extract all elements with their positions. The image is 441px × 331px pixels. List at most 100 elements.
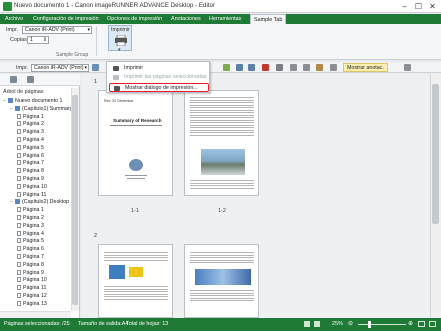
page-thumbnail-1-1[interactable]: Rev. 20 December Summary of Research (98, 90, 173, 196)
view-mode-icon[interactable] (314, 321, 320, 327)
tree-page-item[interactable]: Página 5 (0, 238, 44, 246)
page-text-block (190, 289, 254, 303)
zoom-in-icon[interactable]: ⊕ (408, 321, 413, 327)
tree-page-item[interactable]: Página 2 (0, 215, 44, 223)
page-icon (17, 277, 21, 283)
tree-page-item[interactable]: Página 4 (0, 230, 44, 239)
tree-page-item[interactable]: Página 2 (0, 121, 44, 129)
show-annotations-button[interactable]: Mostrar anotac. (343, 63, 388, 72)
menu-item-print[interactable]: Imprimir (109, 64, 209, 73)
tab-archivo[interactable]: Archivo (2, 14, 26, 24)
status-bar: Páginas seleccionadas: /25 Tamaño de sal… (0, 318, 441, 331)
page-icon (17, 261, 21, 267)
print-dropdown-menu: Imprimir Imprimir las páginas selecciona… (106, 61, 210, 93)
status-selected-pages: Páginas seleccionadas: /25 (4, 321, 70, 327)
check-icon[interactable] (223, 64, 230, 71)
tree-page-item[interactable]: Página 6 (0, 246, 44, 254)
page-icon (17, 207, 21, 213)
tree-page-item[interactable]: Página 1 (0, 113, 44, 122)
tree-page-item[interactable]: Página 7 (0, 254, 44, 262)
paste-icon[interactable] (316, 64, 323, 71)
tree-page-item[interactable]: Página 12 (0, 293, 47, 301)
page-thumbnail-2-1[interactable] (98, 244, 173, 318)
tree-page-item[interactable]: Página 10 (0, 183, 47, 192)
workspace-scrollbar-thumb[interactable] (432, 84, 439, 224)
tree-item-label: Página 4 (23, 230, 44, 237)
delete-icon[interactable] (262, 64, 269, 71)
tree-item-label: Página 8 (23, 168, 44, 175)
page-icon (17, 238, 21, 244)
fit-page-icon[interactable] (418, 321, 425, 327)
undo-icon[interactable] (236, 64, 243, 71)
tree-chapter-item[interactable]: − (Capítulo1) Summary (0, 105, 71, 114)
tree-page-item[interactable]: Página 9 (0, 176, 44, 184)
tree-page-item[interactable]: Página 5 (0, 144, 44, 153)
tab-configuracion-impresion[interactable]: Configuración de impresión (30, 14, 102, 24)
tree-page-item[interactable]: Página 8 (0, 261, 44, 270)
page-text-block (104, 251, 168, 262)
minimize-button[interactable]: – (398, 1, 411, 12)
redo-icon[interactable] (248, 64, 255, 71)
tree-horizontal-scrollbar[interactable] (0, 311, 71, 318)
delete-page-icon[interactable] (10, 76, 17, 83)
tree-item-label: Página 4 (23, 137, 44, 143)
tree-page-item[interactable]: Página 1 (0, 207, 44, 215)
copies-stepper[interactable]: 1 ⇕ (27, 36, 49, 44)
page-thumbnail-1-2[interactable] (184, 90, 259, 196)
diagram-image (129, 267, 143, 277)
tree-document-item[interactable]: − Nuevo documento 1 (0, 98, 62, 106)
collapse-icon[interactable] (404, 64, 411, 71)
menu-item-print-selected[interactable]: Imprimir las páginas seleccionadas (109, 73, 209, 82)
tree-item-label: Página 7 (23, 160, 44, 167)
printer-select[interactable]: Canon iR-ADV (Print) ▾ (22, 26, 92, 34)
fit-width-icon[interactable] (429, 321, 436, 327)
tree-chapter-item[interactable]: − (Capítulo2) Desktop (0, 199, 69, 207)
ribbon-tab-bar: Archivo Configuración de impresión Opcio… (0, 14, 441, 24)
menu-item-label: Imprimir las páginas seleccionadas (124, 74, 207, 80)
toolbar-printer-select[interactable]: Canon iR-ADV (Print) ▾ (31, 64, 89, 72)
book-icon (15, 199, 20, 205)
tree-page-item[interactable]: Página 9 (0, 269, 44, 278)
page-icon (17, 285, 21, 291)
tree-item-label: (Capítulo2) Desktop (22, 199, 70, 206)
tab-anotaciones[interactable]: Anotaciones (168, 14, 204, 24)
more-icon[interactable] (330, 64, 337, 71)
close-button[interactable]: ✕ (426, 1, 439, 12)
page-workspace[interactable]: 1 Rev. 20 December Summary of Research 1… (81, 74, 430, 318)
tree-item-label: Página 10 (23, 183, 47, 190)
print-settings-icon[interactable] (92, 64, 99, 71)
page-thumbnail-2-2[interactable] (184, 244, 259, 318)
page-icon (17, 293, 21, 298)
printer-icon (113, 66, 119, 71)
tree-page-item[interactable]: Página 3 (0, 222, 44, 231)
zoom-slider-handle[interactable] (368, 321, 371, 328)
tree-page-item[interactable]: Página 6 (0, 152, 44, 161)
tree-page-item[interactable]: Página 10 (0, 277, 47, 285)
tab-herramientas[interactable]: Herramientas (206, 14, 244, 24)
tree-page-item[interactable]: Página 7 (0, 160, 44, 168)
tree-page-item[interactable]: Página 4 (0, 137, 44, 145)
zoom-slider[interactable] (358, 324, 406, 325)
group-label: Sample Group (56, 52, 89, 58)
page-text-block (190, 251, 254, 265)
tree-page-item[interactable]: Página 11 (0, 191, 46, 200)
maximize-button[interactable]: ☐ (412, 1, 425, 12)
rotate-icon[interactable] (276, 64, 283, 71)
copy-icon[interactable] (303, 64, 310, 71)
tree-page-item[interactable]: Página 3 (0, 129, 44, 137)
insert-page-icon[interactable] (27, 76, 34, 83)
printer-icon (113, 75, 119, 80)
menu-item-show-print-dialog[interactable]: Mostrar diálogo de impresión... (109, 83, 209, 92)
cut-icon[interactable] (290, 64, 297, 71)
tree-item-label: Página 6 (23, 246, 44, 253)
tree-scrollbar-thumb[interactable] (72, 95, 78, 305)
view-mode-icon[interactable] (304, 321, 310, 327)
tree-item-label: Página 3 (23, 129, 44, 136)
tab-sample[interactable]: Sample Tab (250, 14, 287, 24)
tree-page-item[interactable]: Página 8 (0, 168, 44, 176)
zoom-out-icon[interactable]: ⊖ (348, 321, 353, 327)
tab-opciones-impresion[interactable]: Opciones de impresión (104, 14, 165, 24)
print-button[interactable]: Imprimir ▾ (108, 25, 132, 53)
tree-page-item[interactable]: Página 13 (0, 300, 47, 309)
tree-page-item[interactable]: Página 11 (0, 285, 46, 293)
